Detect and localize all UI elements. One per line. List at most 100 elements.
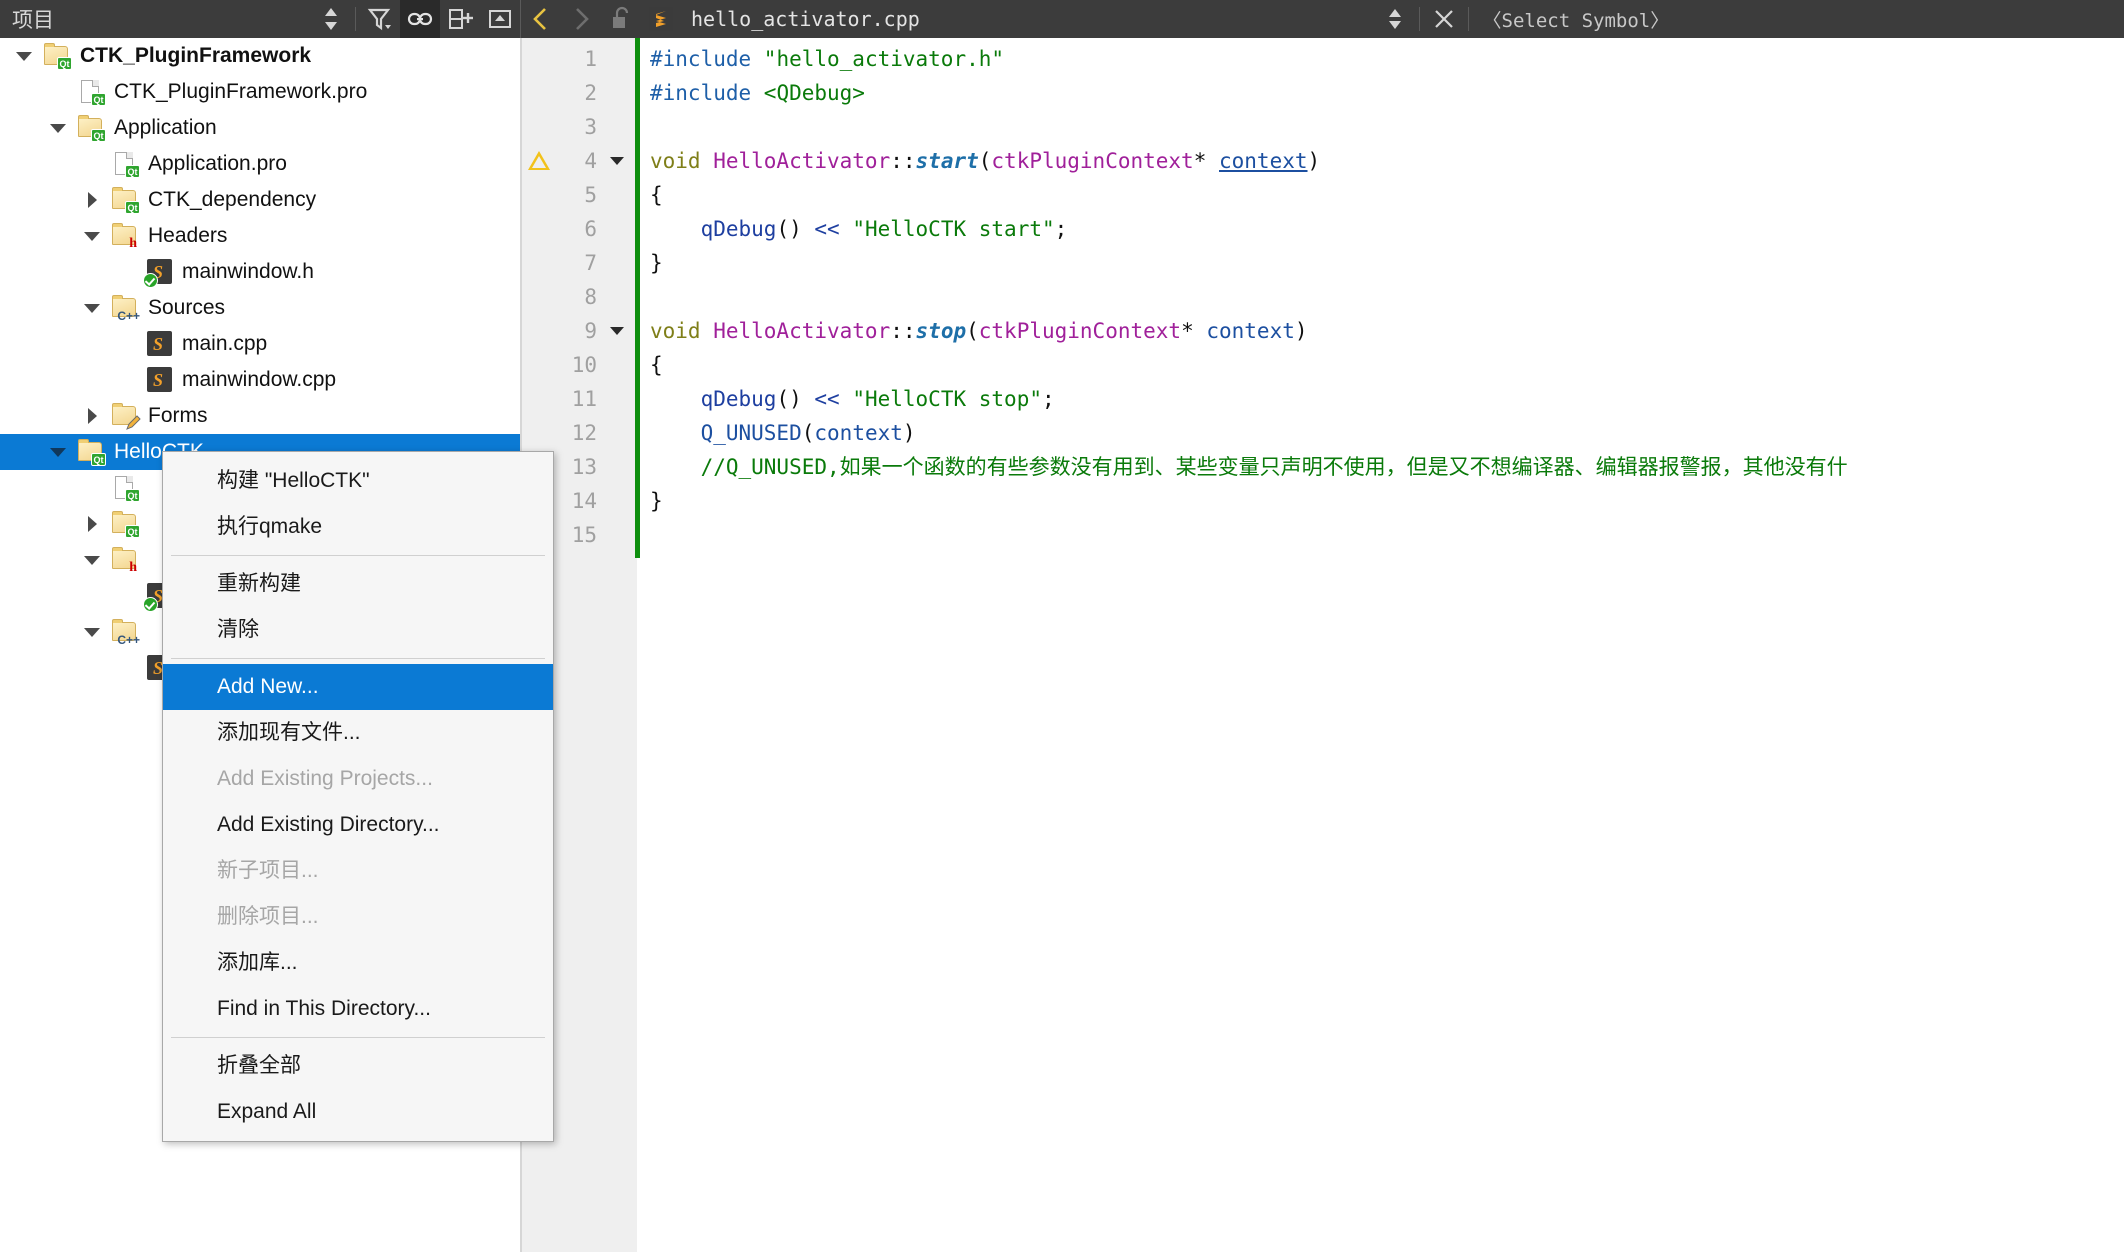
line-number: 6 [584, 217, 597, 241]
gutter-line[interactable]: 12 [522, 416, 637, 450]
tree-no-arrow [116, 262, 136, 282]
gutter-line[interactable]: 7 [522, 246, 637, 280]
tree-item-forms[interactable]: Forms [0, 398, 520, 434]
gutter-line[interactable]: 11 [522, 382, 637, 416]
tree-item-application-pro[interactable]: Qt Application.pro [0, 146, 520, 182]
tree-item-headers[interactable]: h Headers [0, 218, 520, 254]
folder-h-icon: h [110, 545, 140, 575]
code-token: ; [1041, 387, 1055, 411]
file-check-icon: S [143, 257, 174, 288]
go-back-icon[interactable] [521, 0, 561, 38]
code-token: #include [650, 47, 764, 71]
add-split-icon[interactable] [440, 0, 480, 38]
code-token: #include [650, 81, 764, 105]
line-number: 2 [584, 81, 597, 105]
menu-item-[interactable]: 重新构建 [163, 561, 553, 607]
tree-no-arrow [116, 658, 136, 678]
tree-item-main-cpp[interactable]: Smain.cpp [0, 326, 520, 362]
line-number: 5 [584, 183, 597, 207]
menu-item-[interactable]: 清除 [163, 607, 553, 653]
code-token: () [776, 387, 815, 411]
gutter-line[interactable]: 9 [522, 314, 637, 348]
gutter-line[interactable]: 3 [522, 110, 637, 144]
code-token: context [814, 421, 903, 445]
fold-marker-icon[interactable] [610, 327, 624, 335]
menu-item-find-in-this-directory[interactable]: Find in This Directory... [163, 986, 553, 1032]
fold-marker-icon[interactable] [610, 157, 624, 165]
tree-item-label: CTK_dependency [148, 188, 317, 211]
active-file-name[interactable]: hello_activator.cpp [691, 7, 920, 31]
folder-cpp-icon: C++ [110, 617, 140, 647]
chevron-down-icon[interactable] [48, 442, 68, 462]
gutter-line[interactable]: 5 [522, 178, 637, 212]
tree-no-arrow [82, 154, 102, 174]
toolbar-divider [355, 7, 356, 31]
menu-item-add-existing-directory[interactable]: Add Existing Directory... [163, 802, 553, 848]
symbol-selector[interactable]: 〈Select Symbol〉 [1483, 6, 1670, 33]
menu-item-helloctk[interactable]: 构建 "HelloCTK" [163, 458, 553, 504]
chevron-right-icon[interactable] [82, 406, 102, 426]
qt-creator-window: 项目 hello_activator.cpp 〈Select Symbol〉 Q… [0, 0, 2124, 1252]
tree-item-ctk-dependency[interactable]: Qt CTK_dependency [0, 182, 520, 218]
menu-item-expand-all[interactable]: Expand All [163, 1089, 553, 1135]
code-editor[interactable]: 1 2 3 4 5 6 7 8 9 10 11 12 13 14 15 #include "hello_ac… [522, 38, 2124, 1252]
code-token: <QDebug> [763, 81, 865, 105]
unlocked-icon[interactable] [601, 0, 641, 38]
gutter-line[interactable]: 8 [522, 280, 637, 314]
tree-no-arrow [82, 478, 102, 498]
menu-item-[interactable]: 添加现有文件... [163, 710, 553, 756]
chevron-down-icon[interactable] [82, 226, 102, 246]
sublime-file-icon [641, 0, 681, 38]
menu-item-add-existing-projects: Add Existing Projects... [217, 767, 433, 790]
code-text-area[interactable]: #include "hello_activator.h" #include <QD… [650, 38, 2124, 1252]
tree-item-sources[interactable]: C++ Sources [0, 290, 520, 326]
line-number: 12 [571, 421, 597, 445]
chevron-right-icon[interactable] [82, 514, 102, 534]
chevron-down-icon[interactable] [14, 46, 34, 66]
gutter-line[interactable]: 1 [522, 42, 637, 76]
close-panel-icon[interactable] [480, 0, 520, 38]
tree-item-label: CTK_PluginFramework [80, 44, 312, 67]
folder-qt-icon: Qt [76, 437, 106, 467]
line-number: 1 [584, 47, 597, 71]
filter-icon[interactable] [360, 0, 400, 38]
gutter-line[interactable]: 6 [522, 212, 637, 246]
go-forward-icon[interactable] [561, 0, 601, 38]
updown-chevrons-icon[interactable] [1375, 0, 1415, 38]
close-x-icon[interactable] [1424, 0, 1464, 38]
tree-item-ctk-pluginframework[interactable]: Qt CTK_PluginFramework [0, 38, 520, 74]
menu-item-qmake[interactable]: 执行qmake [163, 504, 553, 550]
code-token: "HelloCTK stop" [852, 387, 1042, 411]
gutter-line[interactable]: 2 [522, 76, 637, 110]
chevron-down-icon[interactable] [48, 118, 68, 138]
gutter-line[interactable]: 4 [522, 144, 637, 178]
chevron-right-icon[interactable] [82, 190, 102, 210]
code-line: { [650, 178, 663, 212]
tree-item-ctk-pluginframework-pro[interactable]: Qt CTK_PluginFramework.pro [0, 74, 520, 110]
tree-item-application[interactable]: Qt Application [0, 110, 520, 146]
code-token: HelloActivator [713, 319, 891, 343]
context-menu-items[interactable]: 构建 "HelloCTK" 执行qmake 重新构建 清除 Add New... 添加现有… [163, 458, 553, 1135]
project-context-menu[interactable]: 构建 "HelloCTK" 执行qmake 重新构建 清除 Add New... 添加现有… [162, 451, 554, 1142]
code-line: void HelloActivator::stop(ctkPluginConte… [650, 314, 1308, 348]
code-token: ; [1054, 217, 1068, 241]
project-panel-toolbar: 项目 [0, 0, 520, 38]
tree-item-label: Application [114, 116, 217, 139]
code-line: } [650, 484, 663, 518]
menu-item-[interactable]: 折叠全部 [163, 1043, 553, 1089]
tree-item-mainwindow-h[interactable]: Smainwindow.h [0, 254, 520, 290]
gutter-line[interactable]: 10 [522, 348, 637, 382]
code-token: { [650, 353, 663, 377]
chevron-down-icon[interactable] [82, 622, 102, 642]
menu-item-add-new[interactable]: Add New... [163, 664, 553, 710]
tree-item-mainwindow-cpp[interactable]: Smainwindow.cpp [0, 362, 520, 398]
chevron-down-icon[interactable] [82, 550, 102, 570]
folder-cpp-icon: C++ [110, 293, 140, 323]
chevron-down-icon[interactable] [82, 298, 102, 318]
menu-item-[interactable]: 添加库... [163, 940, 553, 986]
line-number: 10 [571, 353, 597, 377]
sort-updown-icon[interactable] [311, 0, 351, 38]
page-qt-icon: Qt [110, 149, 140, 179]
link-with-editor-icon[interactable] [400, 0, 440, 38]
